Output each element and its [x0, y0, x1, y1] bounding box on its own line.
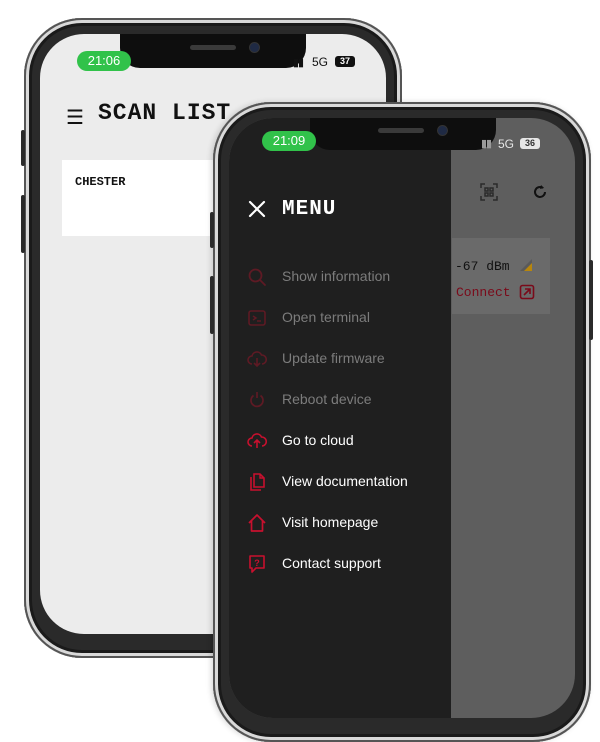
battery-icon: 36 — [520, 138, 540, 149]
cloud-download-icon — [247, 351, 267, 368]
menu-item-label: Show information — [282, 268, 391, 284]
hamburger-menu-icon[interactable]: ☰ — [66, 105, 84, 130]
svg-text:?: ? — [254, 558, 260, 568]
menu-item-update-firmware[interactable]: Update firmware — [247, 347, 447, 371]
menu-item-label: Contact support — [282, 555, 381, 571]
qr-scan-icon[interactable] — [480, 183, 498, 201]
refresh-icon[interactable] — [531, 183, 549, 201]
menu-title: MENU — [282, 198, 337, 221]
menu-item-open-terminal[interactable]: Open terminal — [247, 306, 447, 330]
status-time: 21:09 — [262, 131, 316, 151]
menu-item-label: Visit homepage — [282, 514, 379, 530]
front-phone-volume-button — [210, 276, 214, 334]
terminal-icon — [248, 310, 266, 326]
close-icon[interactable] — [247, 199, 267, 219]
device-card[interactable] — [452, 238, 550, 314]
network-type: 5G — [312, 55, 329, 69]
menu-item-go-to-cloud[interactable]: Go to cloud — [247, 429, 447, 453]
network-type: 5G — [498, 137, 515, 151]
menu-item-view-documentation[interactable]: View documentation — [247, 470, 447, 494]
support-chat-icon: ? — [249, 555, 265, 573]
menu-item-label: Go to cloud — [282, 432, 354, 448]
connect-button[interactable]: Connect — [456, 285, 511, 300]
signal-bars-icon: ▮▮ — [481, 138, 492, 150]
menu-item-visit-homepage[interactable]: Visit homepage — [247, 511, 447, 535]
menu-item-label: Reboot device — [282, 391, 372, 407]
search-icon — [248, 268, 266, 286]
back-phone-notch — [120, 34, 306, 68]
speaker-grille — [190, 45, 236, 50]
front-phone-silent-switch — [210, 212, 214, 248]
rssi-value: -67 dBm — [455, 259, 510, 274]
front-phone-notch — [310, 118, 496, 150]
menu-item-label: Open terminal — [282, 309, 370, 325]
front-phone-screen — [229, 118, 575, 718]
connect-arrow-icon[interactable] — [519, 284, 535, 300]
signal-bars-icon: ▮▮ — [293, 57, 304, 69]
signal-strength-icon — [520, 259, 532, 271]
cloud-upload-icon — [247, 433, 267, 448]
device-name: CHESTER — [75, 175, 126, 189]
menu-item-contact-support[interactable]: ? Contact support — [247, 552, 447, 576]
front-camera — [250, 43, 259, 52]
menu-item-label: View documentation — [282, 473, 408, 489]
speaker-grille — [378, 128, 424, 133]
front-camera — [438, 126, 447, 135]
power-icon — [250, 392, 264, 408]
documents-icon — [250, 473, 265, 491]
battery-icon: 37 — [335, 56, 355, 67]
home-icon — [248, 514, 266, 532]
menu-item-label: Update firmware — [282, 350, 385, 366]
back-phone-silent-switch — [21, 130, 25, 166]
status-time: 21:06 — [77, 51, 131, 71]
menu-item-reboot-device[interactable]: Reboot device — [247, 388, 447, 412]
back-phone-volume-button — [21, 195, 25, 253]
menu-item-show-information[interactable]: Show information — [247, 265, 447, 289]
front-phone-power-button — [589, 260, 593, 340]
page-title: SCAN LIST — [98, 100, 232, 126]
